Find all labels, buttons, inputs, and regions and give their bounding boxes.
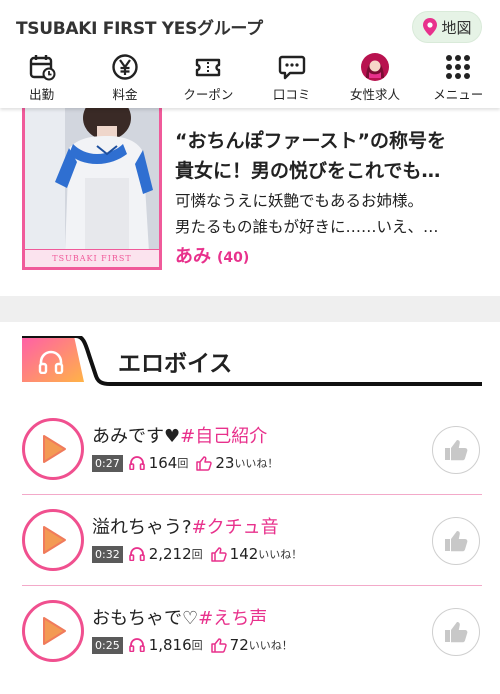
play-count-suffix: 回 (177, 457, 189, 470)
duration-badge: 0:32 (92, 545, 123, 563)
profile-description: 可憐なうえに妖艶でもあるお姉様。 男たるもの誰もが好きに……いえ、… (175, 188, 493, 240)
play-icon (43, 435, 66, 463)
nav-item-price[interactable]: 料金 (83, 52, 166, 104)
like-count-suffix: いいね！ (248, 639, 293, 652)
thumbs-up-icon (210, 637, 227, 653)
nav-item-recruit[interactable]: 女性求人 (333, 52, 416, 104)
profile-name[interactable]: あみ (40) (175, 242, 249, 268)
profile-name-text: あみ (175, 246, 211, 267)
like-count: 142 (229, 545, 259, 563)
catchphrase-line: 貴女に！男の悦びをこれでも… (175, 160, 441, 182)
erotic-voice-section: エロボイス あみです♥#自己紹介 0:27 164 回 23 いいね！ 溢れちゃう?… (0, 322, 500, 694)
voice-title[interactable]: あみです♥#自己紹介 (92, 422, 267, 448)
play-count: 164 (148, 454, 178, 472)
nav-label: 料金 (112, 87, 138, 102)
voice-item: あみです♥#自己紹介 0:27 164 回 23 いいね！ (0, 404, 500, 496)
play-button[interactable] (22, 600, 84, 662)
nav-item-reviews[interactable]: 口コミ (250, 52, 333, 104)
profile-age: (40) (217, 250, 250, 266)
catchphrase-line: “おちんぽファースト”の称号を (175, 130, 447, 152)
section-title: エロボイス (118, 351, 233, 377)
voice-stats: 0:32 2,212 回 142 いいね！ (92, 545, 302, 563)
nav-label: 出勤 (29, 87, 55, 102)
comment-icon (278, 55, 305, 80)
thumbs-up-icon (445, 622, 468, 643)
grid-menu-icon (446, 55, 471, 79)
nav-item-schedule[interactable]: 出勤 (0, 52, 83, 104)
voice-title[interactable]: おもちゃで♡#えち声 (92, 604, 267, 630)
headphones-icon (38, 350, 64, 374)
profile-photo-figure (25, 108, 159, 252)
duration-badge: 0:27 (92, 454, 123, 472)
thumbs-up-icon (445, 440, 468, 461)
voice-title-text: おもちゃで♡ (92, 608, 199, 629)
profile-catchphrase: “おちんぽファースト”の称号を 貴女に！男の悦びをこれでも… (175, 126, 493, 186)
like-count-suffix: いいね！ (234, 457, 279, 470)
like-count-suffix: いいね！ (258, 548, 303, 561)
play-count-suffix: 回 (191, 548, 203, 561)
headphones-icon (128, 547, 145, 561)
profile-photo[interactable]: TSUBAKI FIRST (22, 108, 162, 270)
main-nav: 出勤 料金 クーポン 口コミ 女性求人 メニュー (0, 52, 500, 104)
coupon-icon (196, 58, 221, 77)
voice-title-text: 溢れちゃう? (92, 517, 192, 538)
map-button[interactable]: 地図 (412, 11, 482, 43)
voice-stats: 0:27 164 回 23 いいね！ (92, 454, 278, 472)
description-line: 可憐なうえに妖艶でもあるお姉様。 (175, 192, 424, 210)
play-button[interactable] (22, 509, 84, 571)
voice-title-text: あみです♥ (92, 426, 181, 447)
nav-label: メニュー (433, 87, 484, 102)
female-avatar-icon (360, 53, 389, 81)
headphones-icon (128, 638, 145, 652)
like-button[interactable] (432, 426, 480, 474)
like-count: 23 (215, 454, 235, 472)
like-button[interactable] (432, 517, 480, 565)
voice-title[interactable]: 溢れちゃう?#クチュ音 (92, 513, 279, 539)
voice-hashtag[interactable]: #えち声 (198, 608, 267, 629)
description-line: 男たるもの誰もが好きに……いえ、… (175, 218, 439, 236)
photo-watermark: TSUBAKI FIRST (25, 249, 159, 267)
thumbs-up-icon (210, 546, 227, 562)
voice-hashtag[interactable]: #クチュ音 (192, 517, 279, 538)
nav-label: 口コミ (272, 87, 311, 102)
like-count: 72 (229, 636, 249, 654)
play-count: 2,212 (148, 545, 192, 563)
section-header: エロボイス (22, 336, 482, 388)
yen-icon (112, 54, 138, 80)
map-label: 地図 (441, 18, 472, 37)
map-pin-icon (423, 18, 438, 36)
like-button[interactable] (432, 608, 480, 656)
nav-item-coupon[interactable]: クーポン (167, 52, 250, 104)
nav-item-menu[interactable]: メニュー (417, 52, 500, 104)
thumbs-up-icon (445, 531, 468, 552)
thumbs-up-icon (196, 455, 213, 471)
calendar-icon (29, 55, 56, 81)
voice-stats: 0:25 1,816 回 72 いいね！ (92, 636, 293, 654)
headphones-icon (128, 456, 145, 470)
voice-item: 溢れちゃう?#クチュ音 0:32 2,212 回 142 いいね！ (0, 495, 500, 587)
profile-card[interactable]: TSUBAKI FIRST “おちんぽファースト”の称号を 貴女に！男の悦びをこ… (0, 108, 500, 296)
voice-hashtag[interactable]: #自己紹介 (180, 426, 267, 447)
nav-label: 女性求人 (349, 87, 400, 102)
voice-item: おもちゃで♡#えち声 0:25 1,816 回 72 いいね！ (0, 586, 500, 678)
play-icon (43, 617, 66, 645)
section-header-decoration (22, 336, 482, 386)
site-title[interactable]: TSUBAKI FIRST YESグループ (16, 14, 263, 39)
play-icon (43, 526, 66, 554)
nav-label: クーポン (183, 87, 234, 102)
play-count-suffix: 回 (191, 639, 203, 652)
app-header: TSUBAKI FIRST YESグループ 地図 出勤 料金 クーポン 口コミ … (0, 0, 500, 108)
play-count: 1,816 (148, 636, 192, 654)
duration-badge: 0:25 (92, 636, 123, 654)
play-button[interactable] (22, 418, 84, 480)
